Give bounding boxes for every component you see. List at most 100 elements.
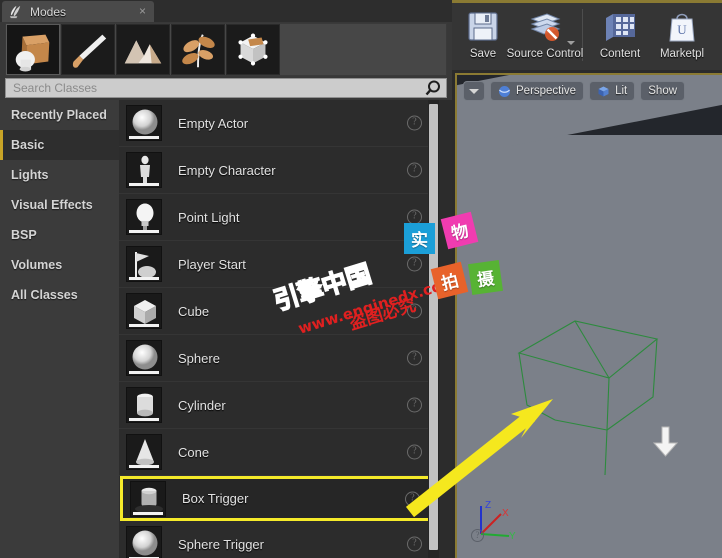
help-icon[interactable]: ? (407, 256, 422, 272)
actor-label: Box Trigger (182, 491, 249, 506)
category-item-volumes[interactable]: Volumes (0, 250, 119, 280)
category-item-basic[interactable]: Basic (0, 130, 119, 160)
source-control-button[interactable]: Source Control (507, 3, 583, 67)
help-icon[interactable]: ? (407, 350, 422, 366)
show-flags-button[interactable]: Show (640, 81, 686, 101)
actor-row[interactable]: Box Trigger? (120, 476, 431, 521)
actor-row[interactable]: Sphere Trigger? (119, 521, 432, 558)
category-item-bsp[interactable]: BSP (0, 220, 119, 250)
cube-thumb-icon (126, 293, 162, 329)
category-label: Lights (11, 168, 49, 182)
search-classes-bar[interactable] (5, 78, 447, 98)
search-icon[interactable] (424, 79, 446, 97)
actor-label: Sphere Trigger (178, 536, 264, 552)
boxtrigger-thumb-icon (130, 480, 166, 517)
placeable-actor-list: Empty Actor? Empty Character? Point Light?… (119, 100, 452, 558)
sphere-thumb-icon (126, 340, 162, 376)
actor-label: Point Light (178, 209, 240, 225)
actor-row[interactable]: Cube? (119, 288, 432, 335)
cylinder-thumb-icon (126, 387, 162, 423)
playerstart-thumb-icon (126, 246, 162, 282)
lit-cube-icon (597, 85, 610, 98)
actor-label: Cone (178, 444, 210, 460)
category-item-lights[interactable]: Lights (0, 160, 119, 190)
marketplace-bag-icon: U (664, 10, 700, 44)
source-control-disabled-icon (527, 10, 563, 44)
help-icon[interactable]: ? (407, 397, 422, 413)
chevron-down-icon (469, 88, 479, 94)
category-item-visual-effects[interactable]: Visual Effects (0, 190, 119, 220)
content-button[interactable]: Content (589, 3, 651, 67)
help-icon[interactable]: ? (407, 115, 422, 131)
content-label: Content (599, 48, 641, 60)
help-icon[interactable]: ? (407, 303, 422, 319)
search-input[interactable] (6, 81, 424, 95)
category-list: Recently Placed Basic Lights Visual Effects… (0, 100, 119, 558)
viewport-options-button[interactable] (463, 81, 485, 101)
view-type-button[interactable]: Perspective (490, 81, 585, 101)
actor-row[interactable]: Sphere? (119, 335, 432, 382)
marketplace-button[interactable]: U Marketpl (651, 3, 713, 67)
actor-label: Empty Actor (178, 115, 249, 131)
actor-label: Sphere (178, 350, 220, 366)
tab-strip: Modes × (0, 0, 452, 22)
actor-row[interactable]: Cylinder? (119, 382, 432, 429)
toolbar-group-browse: Content U Marketpl (589, 3, 713, 70)
view-type-label: Perspective (516, 85, 577, 97)
actor-row[interactable]: Empty Character? (119, 147, 432, 194)
category-label: Recently Placed (11, 108, 107, 122)
show-flags-label: Show (648, 85, 678, 97)
sphere-thumb-icon (126, 526, 162, 558)
actor-row[interactable]: Player Start? (119, 241, 432, 288)
unreal-editor-window: Modes × Search Classes Recently Placed B… (0, 0, 722, 558)
place-mode-button[interactable] (6, 24, 60, 75)
actor-label: Cube (178, 303, 210, 319)
bulb-thumb-icon (126, 199, 162, 235)
category-label: Visual Effects (11, 198, 93, 212)
help-icon[interactable]: ? (407, 536, 422, 552)
help-icon[interactable]: ? (407, 209, 422, 225)
modes-leaf-icon (8, 4, 23, 19)
actor-row[interactable]: Cone? (119, 429, 432, 476)
character-thumb-icon (126, 152, 162, 188)
scrollbar-thumb[interactable] (429, 104, 438, 550)
save-button[interactable]: Save (452, 3, 514, 67)
save-label: Save (469, 48, 497, 60)
category-item-recently-placed[interactable]: Recently Placed (0, 100, 119, 130)
actor-row[interactable]: Point Light? (119, 194, 432, 241)
actor-label: Cylinder (178, 397, 226, 413)
source-control-label: Source Control (506, 48, 584, 60)
floppy-save-icon (465, 10, 501, 44)
chevron-down-icon[interactable] (567, 41, 575, 45)
close-icon[interactable]: × (139, 5, 146, 17)
actor-label: Player Start (178, 256, 246, 272)
category-item-all-classes[interactable]: All Classes (0, 280, 119, 310)
help-icon[interactable]: ? (407, 162, 422, 178)
actor-row[interactable]: Empty Actor? (119, 100, 432, 147)
help-icon[interactable]: ? (405, 491, 420, 506)
content-browser-icon (602, 10, 638, 44)
player-start-arrow-gizmo (652, 426, 679, 457)
view-mode-button[interactable]: Lit (589, 81, 636, 101)
actor-list-scrollbar[interactable] (428, 100, 439, 558)
level-viewport[interactable]: Perspective Lit Show Z X Y ? (455, 73, 722, 558)
category-label: BSP (11, 228, 37, 242)
paint-mode-button[interactable] (61, 24, 115, 75)
tab-modes-label: Modes (30, 4, 67, 19)
help-icon[interactable]: ? (407, 444, 422, 460)
main-toolbar: Save Source Control Content U Marketpl (452, 0, 722, 70)
category-label: Volumes (11, 258, 63, 272)
modes-panel: Modes × Search Classes Recently Placed B… (0, 0, 452, 558)
view-mode-label: Lit (615, 85, 628, 97)
foliage-mode-button[interactable] (171, 24, 225, 75)
mode-palette (5, 23, 447, 76)
sphere-thumb-icon (126, 105, 162, 141)
svg-text:U: U (677, 22, 687, 37)
tab-modes[interactable]: Modes × (2, 1, 154, 22)
category-label: All Classes (11, 288, 78, 302)
actor-label: Empty Character (178, 162, 276, 178)
toolbar-group-file: Save Source Control (452, 3, 583, 70)
viewport-toolbar: Perspective Lit Show (463, 80, 690, 102)
landscape-mode-button[interactable] (116, 24, 170, 75)
geometry-editing-mode-button[interactable] (226, 24, 280, 75)
